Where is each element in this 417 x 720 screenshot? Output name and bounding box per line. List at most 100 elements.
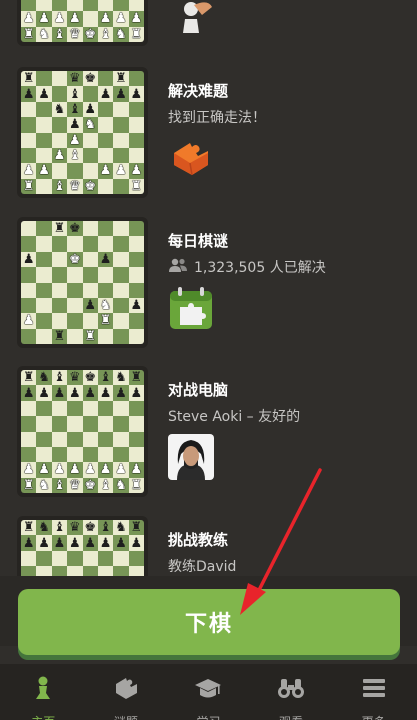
board-square: ♞ <box>36 26 52 42</box>
board-square: ♟ <box>36 163 52 179</box>
card-title: 对战电脑 <box>168 381 229 399</box>
board-square: ♝ <box>67 101 83 118</box>
board-square <box>97 446 114 463</box>
board-square <box>97 71 114 87</box>
chess-piece: ♟ <box>115 163 127 179</box>
tab-watch[interactable]: 观看 <box>250 664 333 720</box>
pawn-hand-icon <box>168 0 214 41</box>
board-square: ♟ <box>113 462 129 478</box>
board-square <box>82 163 98 179</box>
binoculars-icon <box>276 673 306 707</box>
board-square: ♜ <box>128 370 144 386</box>
tab-home[interactable]: 主页 <box>2 664 85 720</box>
board-square <box>128 400 144 417</box>
board-square <box>82 416 98 432</box>
board-square <box>113 147 129 164</box>
chess-piece: ♟ <box>99 163 112 179</box>
board-square <box>128 282 144 298</box>
chess-piece: ♚ <box>84 520 97 536</box>
board-square: ♟ <box>97 86 114 102</box>
chess-piece: ♞ <box>115 370 127 386</box>
board-square: ♟ <box>82 535 98 551</box>
board-square: ♟ <box>113 163 129 179</box>
board-square <box>21 297 37 314</box>
board-square <box>36 236 52 252</box>
menu-icon <box>359 673 389 707</box>
chess-piece: ♟ <box>115 462 127 478</box>
board-square: ♟ <box>97 251 114 268</box>
chess-piece: ♟ <box>84 298 97 314</box>
chess-piece: ♜ <box>53 221 66 237</box>
board-square: ♟ <box>36 385 52 401</box>
board-square <box>97 236 114 252</box>
board-square: ♜ <box>128 178 144 194</box>
board-square: ♟ <box>51 535 68 551</box>
board-square: ♟ <box>97 11 114 27</box>
board-square: ♞ <box>51 101 68 118</box>
board-square <box>82 313 98 329</box>
board-square: ♚ <box>82 370 98 386</box>
board-square: ♟ <box>21 86 37 102</box>
board-square <box>36 101 52 118</box>
chess-piece: ♝ <box>99 520 112 536</box>
board-square <box>128 431 144 447</box>
puzzle-piece-icon <box>168 135 214 181</box>
board-square <box>21 0 37 12</box>
chess-piece: ♛ <box>68 71 81 87</box>
board-square: ♟ <box>97 385 114 401</box>
chess-piece: ♟ <box>53 462 66 478</box>
chess-piece: ♞ <box>38 370 50 386</box>
board-square <box>113 416 129 432</box>
board-square <box>36 416 52 432</box>
board-square <box>67 446 83 463</box>
daily-puzzle-card[interactable]: ♜ ♚ ♟ ♚ ♟ ♟ ♞ ♟ ♟ ♜ ♜ ♜ 每日棋谜 1,323,505 人已解决 <box>0 217 417 367</box>
chess-piece: ♜ <box>130 477 143 493</box>
chess-piece: ♞ <box>115 520 127 536</box>
tab-puzzles[interactable]: 谜题 <box>85 664 168 720</box>
chess-piece: ♚ <box>84 26 97 42</box>
chess-piece: ♜ <box>22 26 35 42</box>
solve-puzzles-card[interactable]: ♜ ♛ ♚ ♜ ♟ ♟ ♝ ♟ ♟ ♟ ♞ ♝ ♟ ♟ ♞ ♟ ♟ ♝ ♟ ♟ ♟ ♟ ♟ ♜ ♝ ♛ ♚ ♜ 解决难题 找到正确走法… <box>0 67 417 217</box>
board-square: ♞ <box>113 370 129 386</box>
board-square: ♟ <box>51 462 68 478</box>
board-square: ♞ <box>97 297 114 314</box>
board-square <box>82 400 98 417</box>
board-square <box>97 178 114 194</box>
board-square: ♟ <box>128 385 144 401</box>
board-square <box>51 313 68 329</box>
chess-piece: ♟ <box>38 535 50 551</box>
board-square <box>67 416 83 432</box>
chess-piece: ♛ <box>68 178 81 194</box>
card-subtitle-text: 1,323,505 人已解决 <box>194 260 326 276</box>
board-square <box>36 550 52 567</box>
chess-piece: ♟ <box>115 535 127 551</box>
board-square: ♞ <box>82 117 98 133</box>
board-square: ♝ <box>67 86 83 102</box>
board-square: ♛ <box>67 26 83 42</box>
board-square <box>67 431 83 447</box>
board-square <box>82 282 98 298</box>
tab-learn[interactable]: 学习 <box>167 664 250 720</box>
board-square: ♟ <box>21 462 37 478</box>
board-square <box>82 147 98 164</box>
board-square <box>97 132 114 148</box>
board-square: ♜ <box>21 520 37 536</box>
play-computer-card[interactable]: ♜ ♞ ♝ ♛ ♚ ♝ ♞ ♜ ♟ ♟ ♟ ♟ ♟ ♟ ♟ ♟ ♟ ♟ ♟ ♟ ♟ ♟ ♟ ♟ ♜ ♞ ♝ ♛ ♚ ♝ ♞ ♜ 对战电脑 St… <box>0 366 417 516</box>
tab-more[interactable]: 更多 <box>332 664 415 720</box>
board-square: ♟ <box>128 86 144 102</box>
chess-piece: ♟ <box>99 535 112 551</box>
board-square <box>51 236 68 252</box>
board-square: ♟ <box>82 297 98 314</box>
chess-piece: ♚ <box>84 477 97 493</box>
card-subtitle: 1,323,505 人已解决 <box>168 257 326 277</box>
board-square <box>128 328 144 344</box>
play-button[interactable]: 下棋 <box>18 589 400 655</box>
chess-piece: ♝ <box>99 26 112 42</box>
tab-label: 更多 <box>362 713 386 720</box>
lesson-card[interactable]: ♟ ♟ ♟ ♟ ♟ ♟ ♟ ♜ ♞ ♝ ♛ ♚ ♝ ♞ ♜ <box>0 0 417 65</box>
chess-piece: ♜ <box>22 520 35 536</box>
board-square <box>21 446 37 463</box>
chess-board: ♟ ♟ ♟ ♟ ♟ ♟ ♟ ♜ ♞ ♝ ♛ ♚ ♝ ♞ ♜ <box>21 0 144 42</box>
board-square <box>36 431 52 447</box>
board-square <box>82 431 98 447</box>
